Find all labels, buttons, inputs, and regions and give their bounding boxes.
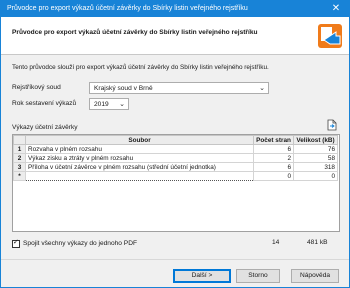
cell-file[interactable]: Příloha v účetní závěrce v plném rozsahu…	[25, 162, 254, 172]
cell-pages[interactable]: 2	[253, 153, 294, 163]
court-select-value: Krajský soud v Brně	[94, 85, 153, 92]
total-size: 481 kB	[307, 239, 328, 246]
cell-size[interactable]: 0	[293, 171, 338, 181]
table-row[interactable]: 2 Výkaz zisku a ztráty v plném rozsahu 2…	[13, 153, 338, 163]
title-bar[interactable]: Průvodce pro export výkazů účetní závěrk…	[1, 1, 349, 17]
year-select[interactable]: 2019 ⌄	[89, 98, 129, 110]
window-title: Průvodce pro export výkazů účetní závěrk…	[7, 5, 248, 12]
reports-grid[interactable]: Soubor Počet stran Velikost (kB) 1 Rozva…	[12, 134, 340, 232]
checkmark-icon: ✓	[13, 239, 19, 246]
cell-file[interactable]	[25, 171, 254, 181]
close-icon[interactable]: ✕	[323, 1, 349, 17]
wizard-footer: Další > Storno Nápověda	[1, 259, 349, 287]
total-pages: 14	[272, 239, 280, 246]
export-document-icon[interactable]	[326, 119, 338, 131]
wizard-heading: Průvodce pro export výkazů účetní závěrk…	[12, 29, 258, 36]
cell-file[interactable]: Rozvaha v plném rozsahu	[25, 144, 254, 154]
reports-table: Soubor Počet stran Velikost (kB) 1 Rozva…	[13, 135, 338, 181]
column-header-size[interactable]: Velikost (kB)	[293, 135, 338, 145]
row-index: *	[13, 171, 26, 181]
year-select-value: 2019	[94, 101, 109, 108]
court-select[interactable]: Krajský soud v Brně ⌄	[89, 82, 269, 94]
table-row[interactable]: 3 Příloha v účetní závěrce v plném rozsa…	[13, 162, 338, 172]
help-button[interactable]: Nápověda	[291, 269, 339, 283]
wizard-header: Průvodce pro export výkazů účetní závěrk…	[1, 17, 349, 55]
export-wizard-window: Průvodce pro export výkazů účetní závěrk…	[0, 0, 350, 288]
merge-pdf-checkbox[interactable]: ✓	[12, 239, 20, 248]
cell-pages[interactable]: 6	[253, 162, 294, 172]
chevron-down-icon: ⌄	[259, 85, 265, 92]
cell-pages[interactable]: 0	[253, 171, 294, 181]
year-label: Rok sestavení výkazů	[12, 100, 77, 107]
cell-size[interactable]: 58	[293, 153, 338, 163]
next-button[interactable]: Další >	[173, 269, 231, 283]
row-header-corner	[13, 135, 26, 145]
row-index: 2	[13, 153, 26, 163]
merge-pdf-label[interactable]: Spojit všechny výkazy do jednoho PDF	[23, 240, 137, 247]
column-header-pages[interactable]: Počet stran	[253, 135, 294, 145]
column-header-file[interactable]: Soubor	[25, 135, 254, 145]
chevron-down-icon: ⌄	[119, 101, 125, 108]
export-wizard-logo-icon	[318, 24, 342, 48]
cell-pages[interactable]: 6	[253, 144, 294, 154]
cancel-button[interactable]: Storno	[236, 269, 280, 283]
cell-size[interactable]: 76	[293, 144, 338, 154]
intro-text: Tento průvodce slouží pro export výkazů …	[12, 64, 269, 71]
table-header-row: Soubor Počet stran Velikost (kB)	[13, 135, 338, 145]
cell-file[interactable]: Výkaz zisku a ztráty v plném rozsahu	[25, 153, 254, 163]
table-row-new[interactable]: * 0 0	[13, 171, 338, 181]
cell-size[interactable]: 318	[293, 162, 338, 172]
row-index: 3	[13, 162, 26, 172]
table-row[interactable]: 1 Rozvaha v plném rozsahu 6 76	[13, 144, 338, 154]
row-index: 1	[13, 144, 26, 154]
reports-section-label: Výkazy účetní závěrky	[12, 124, 78, 131]
court-label: Rejstříkový soud	[12, 84, 61, 91]
